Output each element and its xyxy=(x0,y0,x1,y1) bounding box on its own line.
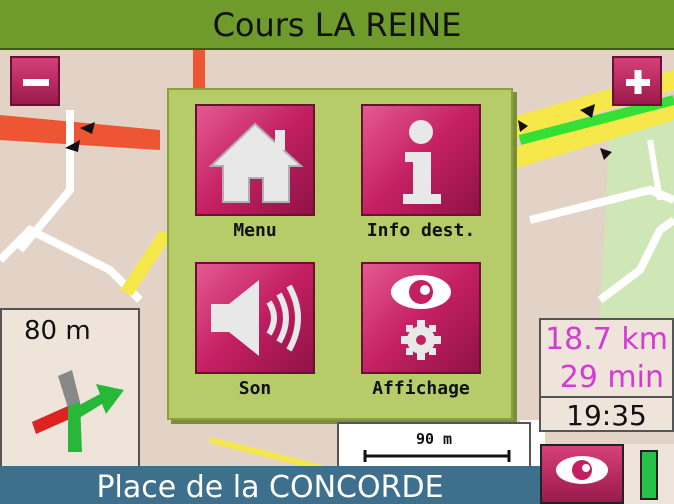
eye-gear-icon xyxy=(391,275,451,360)
signal-bar-icon xyxy=(640,450,658,500)
menu-item-menu[interactable]: Menu xyxy=(195,104,315,241)
minus-icon xyxy=(23,79,49,86)
current-street-bar: Cours LA REINE xyxy=(0,0,674,50)
eye-icon xyxy=(556,456,608,484)
plus-icon xyxy=(626,70,650,94)
navigation-screen: Cours LA REINE Menu Info dest. Son Affic… xyxy=(0,0,674,504)
trip-info-box: 18.7 km 29 min 19:35 xyxy=(539,318,674,432)
menu-item-son[interactable]: Son xyxy=(195,262,315,399)
gps-signal-indicator xyxy=(624,444,674,504)
zoom-in-button[interactable] xyxy=(612,56,662,106)
turn-right-icon xyxy=(32,370,124,452)
menu-item-label: Menu xyxy=(233,220,277,241)
menu-item-label: Son xyxy=(238,378,272,399)
quick-menu-panel: Menu Info dest. Son Affichage xyxy=(167,88,513,420)
menu-item-label: Affichage xyxy=(372,378,470,399)
speaker-icon xyxy=(211,280,301,356)
scale-bar-icon xyxy=(363,450,511,462)
current-street-name: Cours LA REINE xyxy=(212,6,462,44)
menu-item-info-dest[interactable]: Info dest. xyxy=(361,104,481,241)
remaining-time: 29 min xyxy=(559,360,664,395)
menu-item-affichage[interactable]: Affichage xyxy=(361,262,481,399)
clock: 19:35 xyxy=(539,396,674,436)
menu-item-label: Info dest. xyxy=(366,220,476,241)
home-icon xyxy=(208,122,304,203)
zoom-out-button[interactable] xyxy=(10,56,60,106)
view-mode-button[interactable] xyxy=(540,444,624,504)
next-street-name: Place de la CONCORDE xyxy=(96,470,444,504)
map-scale: 90 m xyxy=(337,422,531,468)
next-maneuver-box: 80 m xyxy=(0,308,140,468)
remaining-distance: 18.7 km xyxy=(545,322,668,357)
next-street-bar: Place de la CONCORDE xyxy=(0,466,540,504)
info-icon xyxy=(403,120,441,204)
